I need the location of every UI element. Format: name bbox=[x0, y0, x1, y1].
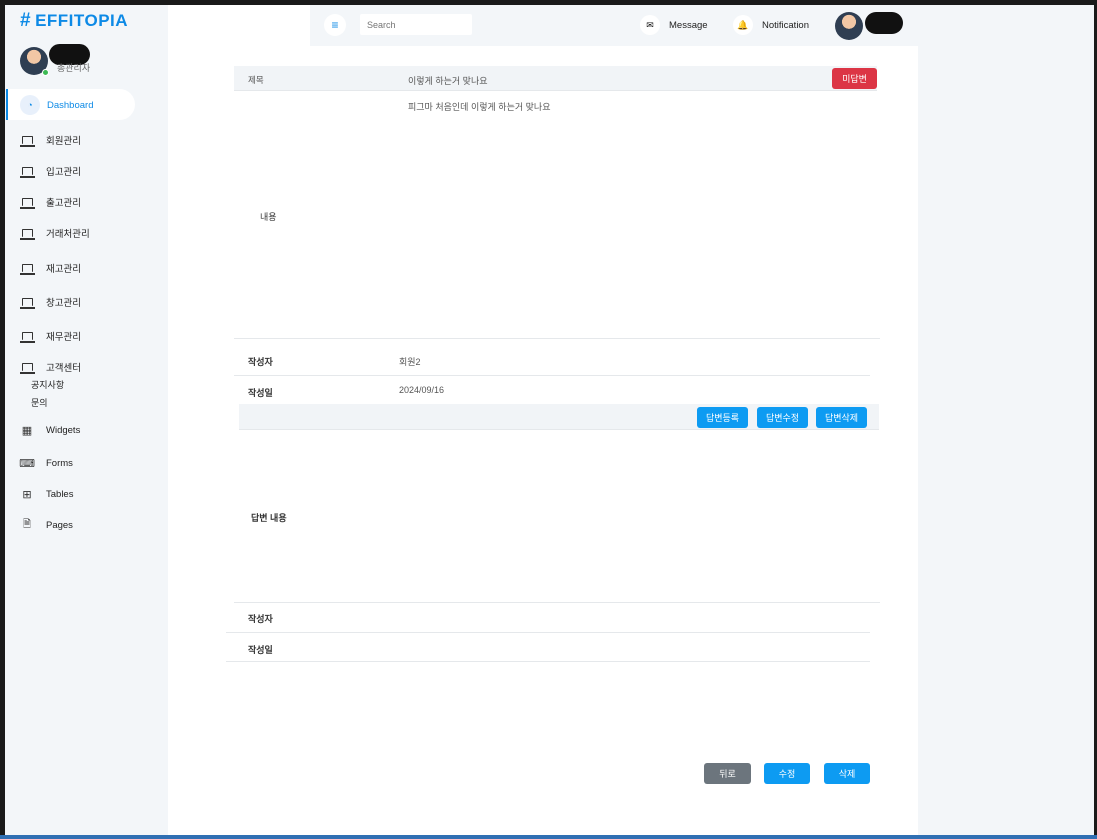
sidebar-item-label: 입고관리 bbox=[46, 167, 81, 178]
sidebar-item-label: Pages bbox=[46, 519, 73, 531]
date-value: 2024/09/16 bbox=[399, 385, 445, 395]
gauge-icon: ◔ bbox=[20, 95, 40, 115]
back-button[interactable]: 뒤로 bbox=[704, 763, 751, 784]
content-label: 내용 bbox=[260, 212, 277, 222]
message-label: Message bbox=[669, 19, 708, 31]
sidebar-item-label: Tables bbox=[46, 488, 74, 500]
divider bbox=[226, 661, 870, 662]
edit-button[interactable]: 수정 bbox=[764, 763, 810, 784]
delete-button[interactable]: 삭제 bbox=[824, 763, 870, 784]
sidebar-item-inbound[interactable]: 입고관리 bbox=[19, 160, 81, 182]
sidebar-item-warehouse[interactable]: 창고관리 bbox=[19, 291, 81, 313]
answer-content-label: 답변 내용 bbox=[251, 513, 287, 523]
sidebar-item-label: 창고관리 bbox=[46, 298, 81, 309]
profile-avatar[interactable] bbox=[20, 47, 49, 76]
sidebar-item-label: Forms bbox=[46, 457, 73, 469]
laptop-icon bbox=[19, 329, 35, 343]
sidebar-item-member[interactable]: 회원관리 bbox=[19, 129, 81, 151]
inquiry-detail-panel: 제목 이렇게 하는거 맞나요 미답변 피그마 처음인데 이렇게 하는거 맞나요 … bbox=[168, 46, 918, 835]
divider bbox=[234, 338, 880, 339]
message-link[interactable]: ✉ Message bbox=[640, 14, 708, 36]
online-status-dot bbox=[42, 69, 49, 76]
grid-icon: ▦ bbox=[21, 424, 33, 437]
laptop-icon bbox=[19, 164, 35, 178]
sidebar-subitem-notice[interactable]: 공지사항 bbox=[31, 378, 64, 391]
sidebar-item-dashboard[interactable]: ◔ Dashboard bbox=[20, 94, 93, 116]
table-icon: ⊞ bbox=[22, 488, 32, 501]
brand-name: EFFITOPIA bbox=[35, 11, 129, 30]
topbar: ≡ ✉ Message 🔔 Notification bbox=[310, 5, 918, 46]
hash-icon: # bbox=[20, 10, 32, 31]
sidebar-item-label: 재무관리 bbox=[46, 332, 81, 343]
taskbar-strip bbox=[0, 835, 1097, 839]
brand-logo[interactable]: # EFFITOPIA bbox=[20, 10, 128, 32]
sidebar-item-label: Widgets bbox=[46, 424, 81, 436]
notification-link[interactable]: 🔔 Notification bbox=[733, 14, 809, 36]
redacted-username bbox=[865, 12, 903, 34]
sidebar-item-widgets[interactable]: ▦ Widgets bbox=[20, 419, 81, 441]
divider bbox=[234, 602, 880, 603]
notification-label: Notification bbox=[762, 19, 809, 31]
search-input[interactable] bbox=[360, 14, 472, 35]
title-row bbox=[234, 66, 877, 91]
sidebar-item-customer-center[interactable]: 고객센터 bbox=[19, 356, 81, 378]
sidebar-item-pages[interactable]: 🗎 Pages bbox=[20, 514, 73, 536]
sidebar: # EFFITOPIA 총관리자 ◔ Dashboard 회원관리 입고관리 출고… bbox=[5, 5, 168, 835]
sidebar-item-partners[interactable]: 거래처관리 bbox=[19, 222, 90, 244]
sidebar-item-label: 고객센터 bbox=[46, 363, 81, 374]
file-icon: 🗎 bbox=[22, 518, 32, 530]
sidebar-item-outbound[interactable]: 출고관리 bbox=[19, 191, 81, 213]
divider bbox=[234, 375, 870, 376]
sidebar-subitem-inquiry[interactable]: 문의 bbox=[31, 396, 48, 409]
title-value: 이렇게 하는거 맞나요 bbox=[408, 76, 488, 86]
bell-icon: 🔔 bbox=[733, 15, 753, 35]
sidebar-item-forms[interactable]: ⌨ Forms bbox=[19, 452, 73, 474]
title-label: 제목 bbox=[248, 75, 264, 85]
sidebar-item-label: 거래처관리 bbox=[46, 229, 90, 240]
laptop-icon bbox=[19, 295, 35, 309]
answer-author-label: 작성자 bbox=[248, 614, 273, 624]
laptop-icon bbox=[19, 195, 35, 209]
hamburger-menu-icon[interactable]: ≡ bbox=[324, 14, 346, 36]
laptop-icon bbox=[19, 133, 35, 147]
sidebar-item-inventory[interactable]: 재고관리 bbox=[19, 257, 81, 279]
sidebar-item-finance[interactable]: 재무관리 bbox=[19, 325, 81, 347]
date-label: 작성일 bbox=[248, 388, 273, 398]
sidebar-item-tables[interactable]: ⊞ Tables bbox=[20, 483, 73, 505]
profile-role: 총관리자 bbox=[57, 63, 91, 73]
unanswered-status-badge[interactable]: 미답변 bbox=[832, 68, 877, 89]
app-window: # EFFITOPIA 총관리자 ◔ Dashboard 회원관리 입고관리 출고… bbox=[5, 5, 1094, 835]
answer-delete-button[interactable]: 답변삭제 bbox=[816, 407, 867, 428]
sidebar-item-label: 회원관리 bbox=[46, 136, 81, 147]
sidebar-item-label: Dashboard bbox=[47, 99, 94, 111]
answer-edit-button[interactable]: 답변수정 bbox=[757, 407, 808, 428]
divider bbox=[226, 632, 870, 633]
sidebar-item-label: 재고관리 bbox=[46, 264, 81, 275]
author-value: 회원2 bbox=[399, 357, 421, 367]
laptop-icon bbox=[19, 360, 35, 374]
laptop-icon bbox=[19, 261, 35, 275]
envelope-icon: ✉ bbox=[640, 15, 660, 35]
answer-date-label: 작성일 bbox=[248, 645, 273, 655]
sidebar-item-label: 출고관리 bbox=[46, 198, 81, 209]
author-label: 작성자 bbox=[248, 357, 273, 367]
user-avatar[interactable] bbox=[835, 12, 863, 40]
answer-register-button[interactable]: 답변등록 bbox=[697, 407, 748, 428]
laptop-icon bbox=[19, 226, 35, 240]
keyboard-icon: ⌨ bbox=[19, 457, 35, 470]
content-value: 피그마 처음인데 이렇게 하는거 맞나요 bbox=[408, 102, 551, 112]
panel-top-fill bbox=[168, 5, 310, 46]
